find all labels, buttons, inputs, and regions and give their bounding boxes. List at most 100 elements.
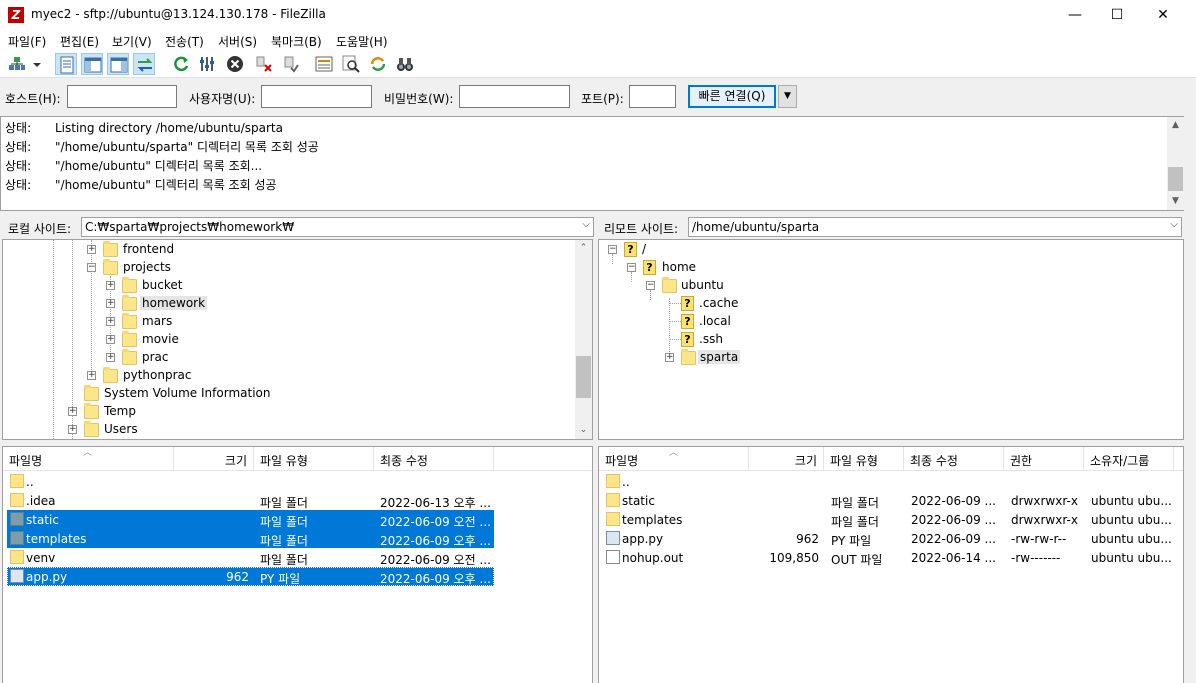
local-path-combobox[interactable]: C:₩sparta₩projects₩homework₩ ⌵	[81, 217, 594, 237]
folder-icon	[84, 385, 99, 401]
remote-tree-toggle-icon[interactable]	[107, 53, 129, 75]
menu-bookmarks[interactable]: 북마크(B)	[271, 33, 322, 50]
folder-icon	[10, 474, 24, 488]
column-header-size[interactable]: 크기	[174, 447, 254, 471]
close-button[interactable]: ✕	[1140, 0, 1186, 30]
local-file-row[interactable]: templates 파일 폴더 2022-06-09 오후 ...	[7, 529, 494, 548]
column-header-filename[interactable]: 파일명 ︿	[599, 447, 749, 471]
sync-browsing-icon[interactable]	[367, 53, 389, 75]
message-log: 상태: Listing directory /home/ubuntu/sparta…	[0, 116, 1184, 211]
remote-tree-item-ssh[interactable]: ? .ssh	[599, 330, 1159, 348]
menu-view[interactable]: 보기(V)	[112, 33, 152, 50]
column-header-permissions[interactable]: 권한	[1004, 447, 1084, 471]
quickconnect-bar: 호스트(H): 사용자명(U): 비밀번호(W): 포트(P): 빠른 연결(Q…	[0, 79, 1196, 115]
folder-icon	[606, 474, 620, 488]
binoculars-search-icon[interactable]	[394, 53, 416, 75]
tree-item-bucket[interactable]: + bucket	[3, 276, 573, 294]
tree-item-users[interactable]: + Users	[3, 420, 573, 438]
local-site-bar: 로컬 사이트: C:₩sparta₩projects₩homework₩ ⌵	[2, 216, 594, 238]
log-line: 상태: "/home/ubuntu/sparta" 디렉터리 목록 조회 성공	[5, 140, 319, 154]
remote-file-row[interactable]: templates 파일 폴더 2022-06-09 ... drwxrwxr-…	[603, 510, 1178, 529]
process-queue-icon[interactable]	[197, 53, 219, 75]
local-file-row[interactable]: app.py 962 PY 파일 2022-06-09 오후 ...	[7, 567, 494, 586]
unknown-folder-icon: ?	[681, 332, 694, 347]
remote-tree-item-sparta[interactable]: + sparta	[599, 348, 1159, 366]
remote-file-row[interactable]: static 파일 폴더 2022-06-09 ... drwxrwxr-x u…	[603, 491, 1178, 510]
directory-listing-filter-icon[interactable]	[313, 53, 335, 75]
filezilla-app-icon: Z	[8, 7, 24, 23]
local-tree-toggle-icon[interactable]	[81, 53, 103, 75]
remote-tree-item-cache[interactable]: ? .cache	[599, 294, 1159, 312]
dropdown-arrow-icon[interactable]	[30, 53, 44, 75]
tree-item-frontend[interactable]: + frontend	[3, 240, 573, 258]
refresh-icon[interactable]	[170, 53, 192, 75]
tree-item-homework[interactable]: + homework	[3, 294, 573, 312]
column-header-owner-group[interactable]: 소유자/그룹	[1084, 447, 1174, 471]
column-header-modified[interactable]: 최종 수정	[904, 447, 1004, 471]
username-input[interactable]	[261, 85, 372, 108]
quickconnect-dropdown-button[interactable]: ▼	[778, 85, 797, 108]
folder-icon	[84, 421, 99, 437]
disconnect-icon[interactable]	[253, 53, 275, 75]
remote-file-row[interactable]: app.py 962 PY 파일 2022-06-09 ... -rw-rw-r…	[603, 529, 1178, 548]
log-line: 상태: "/home/ubuntu" 디렉터리 목록 조회 성공	[5, 178, 277, 192]
column-header-type[interactable]: 파일 유형	[824, 447, 904, 471]
folder-icon	[10, 550, 24, 564]
remote-tree-item-ubuntu[interactable]: − ubuntu	[599, 276, 1159, 294]
column-header-size[interactable]: 크기	[749, 447, 824, 471]
menu-server[interactable]: 서버(S)	[218, 33, 257, 50]
local-file-row[interactable]: venv 파일 폴더 2022-06-09 오전 ...	[7, 548, 494, 567]
maximize-button[interactable]: ☐	[1094, 0, 1140, 30]
log-scrollbar[interactable]: ▲ ▼	[1167, 117, 1184, 210]
menu-bar: 파일(F) 편집(E) 보기(V) 전송(T) 서버(S) 북마크(B) 도움말…	[0, 30, 1196, 50]
minimize-button[interactable]: —	[1052, 0, 1098, 30]
local-tree-scrollbar[interactable]: ⌃ ⌄	[575, 240, 592, 439]
reconnect-icon[interactable]	[280, 53, 302, 75]
tree-item-movie[interactable]: + movie	[3, 330, 573, 348]
toolbar	[0, 50, 1196, 78]
local-file-list: 파일명 ︿ 크기 파일 유형 최종 수정 .. .idea 파일 폴더 2022-…	[2, 446, 593, 683]
port-input[interactable]	[629, 85, 676, 108]
menu-edit[interactable]: 편집(E)	[60, 33, 99, 50]
remote-site-bar: 리모트 사이트: /home/ubuntu/sparta ⌵	[598, 216, 1196, 238]
local-directory-tree: + frontend − projects + bucket + homewor…	[2, 239, 593, 440]
remote-path-combobox[interactable]: /home/ubuntu/sparta ⌵	[688, 217, 1182, 237]
site-manager-icon[interactable]	[6, 53, 28, 75]
quickconnect-button[interactable]: 빠른 연결(Q)	[688, 85, 776, 108]
host-label: 호스트(H):	[5, 92, 61, 106]
password-input[interactable]	[459, 85, 570, 108]
cancel-icon[interactable]	[224, 53, 246, 75]
tree-item-projects[interactable]: − projects	[3, 258, 573, 276]
log-line: 상태: "/home/ubuntu" 디렉터리 목록 조회...	[5, 159, 263, 173]
column-header-filename[interactable]: 파일명 ︿	[3, 447, 174, 471]
message-log-toggle-icon[interactable]	[55, 53, 77, 75]
remote-file-row[interactable]: ..	[603, 472, 1178, 491]
log-line: 상태: Listing directory /home/ubuntu/sparta	[5, 121, 283, 135]
host-input[interactable]	[67, 85, 177, 108]
remote-tree-item-root[interactable]: − ? /	[599, 240, 1159, 258]
folder-icon	[122, 313, 137, 329]
column-header-type[interactable]: 파일 유형	[254, 447, 374, 471]
tree-item-temp[interactable]: + Temp	[3, 402, 573, 420]
local-file-row[interactable]: static 파일 폴더 2022-06-09 오전 ...	[7, 510, 494, 529]
local-file-row[interactable]: ..	[7, 472, 494, 491]
find-files-icon[interactable]	[340, 53, 362, 75]
local-file-row[interactable]: .idea 파일 폴더 2022-06-13 오후 ...	[7, 491, 494, 510]
remote-file-row[interactable]: nohup.out 109,850 OUT 파일 2022-06-14 ... …	[603, 548, 1178, 567]
remote-tree-item-local[interactable]: ? .local	[599, 312, 1159, 330]
menu-file[interactable]: 파일(F)	[8, 33, 46, 50]
tree-item-prac[interactable]: + prac	[3, 348, 573, 366]
tree-item-system-volume-information[interactable]: System Volume Information	[3, 384, 573, 402]
password-label: 비밀번호(W):	[384, 92, 454, 106]
folder-icon	[103, 241, 118, 257]
folder-icon	[122, 277, 137, 293]
menu-transfer[interactable]: 전송(T)	[165, 33, 204, 50]
tree-item-pythonprac[interactable]: + pythonprac	[3, 366, 573, 384]
menu-help[interactable]: 도움말(H)	[336, 33, 388, 50]
window-title: myec2 - sftp://ubuntu@13.124.130.178 - F…	[31, 7, 326, 21]
transfer-queue-toggle-icon[interactable]	[133, 53, 155, 75]
column-header-modified[interactable]: 최종 수정	[374, 447, 494, 471]
folder-icon	[662, 277, 677, 293]
tree-item-mars[interactable]: + mars	[3, 312, 573, 330]
remote-tree-item-home[interactable]: − ? home	[599, 258, 1159, 276]
